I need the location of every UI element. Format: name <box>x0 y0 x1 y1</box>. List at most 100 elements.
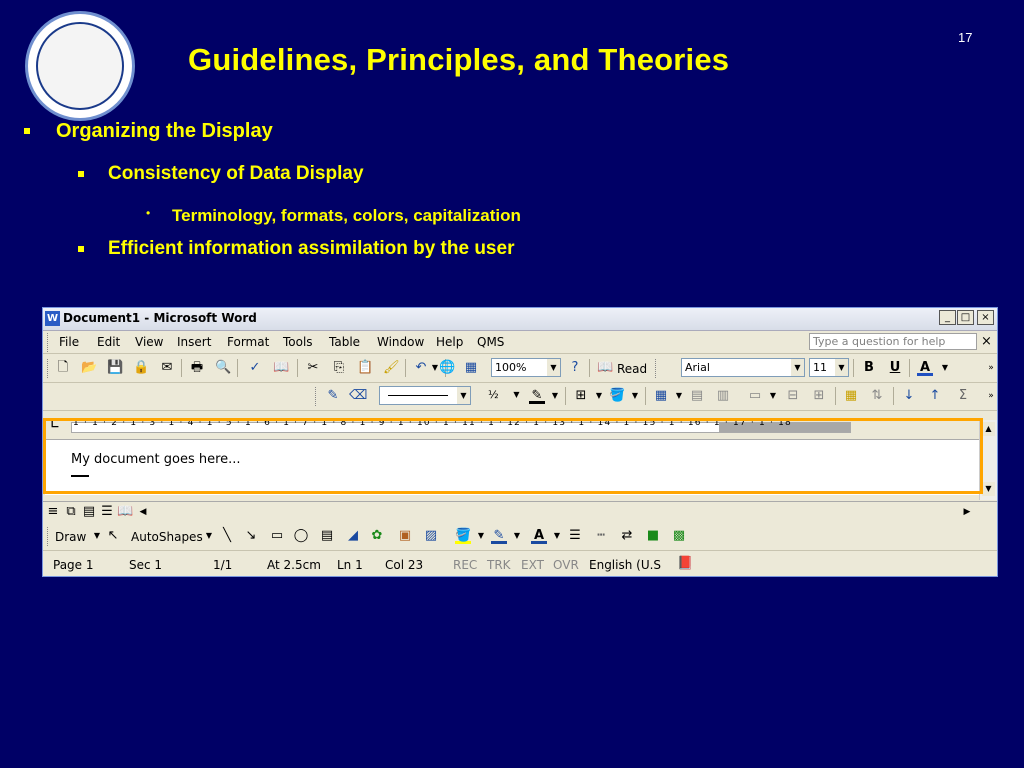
line-weight-select[interactable]: ½ ▼ <box>475 386 523 405</box>
status-ext[interactable]: EXT <box>521 558 544 572</box>
font-name-select[interactable]: Arial ▼ <box>681 358 805 377</box>
drawing-font-color-icon[interactable]: A <box>531 528 547 544</box>
distribute-rows-icon[interactable]: ⊟ <box>785 388 801 404</box>
reading-layout-icon[interactable]: 📖 <box>117 504 133 520</box>
line-color-dropdown-icon[interactable]: ▼ <box>509 528 525 544</box>
sort-descending-icon[interactable]: ↑ <box>927 388 943 404</box>
read-mode-icon[interactable]: 📖 <box>597 360 613 376</box>
toolbar-options-icon[interactable]: » <box>983 360 999 376</box>
close-button[interactable]: × <box>977 310 994 325</box>
line-style-select[interactable]: ▼ <box>379 386 471 405</box>
distribute-columns-icon[interactable]: ⊞ <box>811 388 827 404</box>
menu-qms[interactable]: QMS <box>477 335 504 349</box>
autoshapes-dropdown-icon[interactable]: ▼ <box>201 528 217 544</box>
picture-icon[interactable]: ▨ <box>423 528 439 544</box>
hyperlink-icon[interactable]: 🌐 <box>439 360 455 376</box>
merge-cells-icon[interactable]: ▤ <box>689 388 705 404</box>
scroll-down-icon[interactable]: ▼ <box>982 482 995 496</box>
web-layout-icon[interactable]: ⧉ <box>63 504 79 520</box>
rectangle-tool-icon[interactable]: ▭ <box>269 528 285 544</box>
menu-view[interactable]: View <box>135 335 163 349</box>
underline-button[interactable]: U <box>887 360 903 376</box>
clip-art-icon[interactable]: ▣ <box>397 528 413 544</box>
sort-ascending-icon[interactable]: ↓ <box>901 388 917 404</box>
align-icon[interactable]: ▭ <box>747 388 763 404</box>
borders-dropdown-icon[interactable]: ▼ <box>591 388 607 404</box>
shading-dropdown-icon[interactable]: ▼ <box>627 388 643 404</box>
print-layout-icon[interactable]: ▤ <box>81 504 97 520</box>
font-color-button[interactable]: A <box>917 360 933 376</box>
email-icon[interactable]: ✉ <box>159 360 175 376</box>
align-dropdown-icon[interactable]: ▼ <box>765 388 781 404</box>
help-icon[interactable]: ? <box>567 360 583 376</box>
menu-help[interactable]: Help <box>436 335 463 349</box>
status-trk[interactable]: TRK <box>487 558 511 572</box>
toolbar-grip[interactable] <box>47 333 51 352</box>
eraser-icon[interactable]: ⌫ <box>349 388 367 404</box>
spelling-status-icon[interactable]: 📕 <box>677 556 693 572</box>
read-button[interactable]: Read <box>617 362 647 376</box>
border-color-icon[interactable]: ✎ <box>529 388 545 404</box>
status-rec[interactable]: REC <box>453 558 477 572</box>
select-objects-icon[interactable]: ↖ <box>105 528 121 544</box>
line-tool-icon[interactable]: ╲ <box>219 528 235 544</box>
fill-color-dropdown-icon[interactable]: ▼ <box>473 528 489 544</box>
scroll-up-icon[interactable]: ▲ <box>982 422 995 436</box>
menu-file[interactable]: File <box>59 335 79 349</box>
3d-style-icon[interactable]: ▩ <box>671 528 687 544</box>
menu-tools[interactable]: Tools <box>283 335 313 349</box>
insert-table-icon[interactable]: ▦ <box>653 388 669 404</box>
shadow-style-icon[interactable]: ■ <box>645 528 661 544</box>
draw-menu[interactable]: Draw <box>55 530 86 544</box>
menu-format[interactable]: Format <box>227 335 269 349</box>
diagram-icon[interactable]: ✿ <box>369 528 385 544</box>
arrow-tool-icon[interactable]: ↘ <box>243 528 259 544</box>
spelling-icon[interactable]: ✓ <box>247 360 263 376</box>
text-direction-icon[interactable]: ⇅ <box>869 388 885 404</box>
fill-color-icon[interactable]: 🪣 <box>455 528 471 544</box>
menu-edit[interactable]: Edit <box>97 335 120 349</box>
toolbar-grip[interactable] <box>655 359 659 378</box>
autosum-icon[interactable]: Σ <box>955 388 971 404</box>
paste-icon[interactable]: 📋 <box>357 360 373 376</box>
draw-dropdown-icon[interactable]: ▼ <box>89 528 105 544</box>
border-color-dropdown-icon[interactable]: ▼ <box>547 388 563 404</box>
wordart-icon[interactable]: ◢ <box>345 528 361 544</box>
maximize-button[interactable]: □ <box>957 310 974 325</box>
research-icon[interactable]: 📖 <box>273 360 289 376</box>
split-cells-icon[interactable]: ▥ <box>715 388 731 404</box>
draw-table-icon[interactable]: ✎ <box>325 388 341 404</box>
borders-icon[interactable]: ⊞ <box>573 388 589 404</box>
oval-tool-icon[interactable]: ◯ <box>293 528 309 544</box>
scroll-right-icon[interactable]: ▶ <box>959 504 975 520</box>
outline-view-icon[interactable]: ☰ <box>99 504 115 520</box>
toolbar-grip[interactable] <box>47 359 51 378</box>
minimize-button[interactable]: _ <box>939 310 956 325</box>
dash-style-icon[interactable]: ┅ <box>593 528 609 544</box>
insert-table-dropdown-icon[interactable]: ▼ <box>671 388 687 404</box>
new-document-icon[interactable]: 🗋 <box>55 360 71 376</box>
help-question-input[interactable]: Type a question for help <box>809 333 977 350</box>
line-color-icon[interactable]: ✎ <box>491 528 507 544</box>
drawing-font-color-dropdown-icon[interactable]: ▼ <box>549 528 565 544</box>
bold-button[interactable]: B <box>861 360 877 376</box>
save-icon[interactable]: 💾 <box>107 360 123 376</box>
undo-icon[interactable] <box>391 360 407 376</box>
autoshapes-menu[interactable]: AutoShapes <box>131 530 203 544</box>
doc-close-icon[interactable]: × <box>981 334 992 349</box>
table-autoformat-icon[interactable]: ▦ <box>843 388 859 404</box>
normal-view-icon[interactable]: ≡ <box>45 504 61 520</box>
text-box-icon[interactable]: ▤ <box>319 528 335 544</box>
toolbar-grip[interactable] <box>47 527 51 546</box>
menu-table[interactable]: Table <box>329 335 360 349</box>
permission-icon[interactable]: 🔒 <box>133 360 149 376</box>
copy-icon[interactable]: ⎘ <box>331 360 347 376</box>
line-style-icon[interactable]: ☰ <box>567 528 583 544</box>
shading-color-icon[interactable]: 🪣 <box>609 388 625 404</box>
status-ovr[interactable]: OVR <box>553 558 579 572</box>
scroll-left-icon[interactable]: ◀ <box>135 504 151 520</box>
menu-window[interactable]: Window <box>377 335 424 349</box>
print-icon[interactable]: 🖶 <box>189 360 205 376</box>
toolbar-grip[interactable] <box>315 387 319 406</box>
table-icon[interactable]: ▦ <box>463 360 479 376</box>
